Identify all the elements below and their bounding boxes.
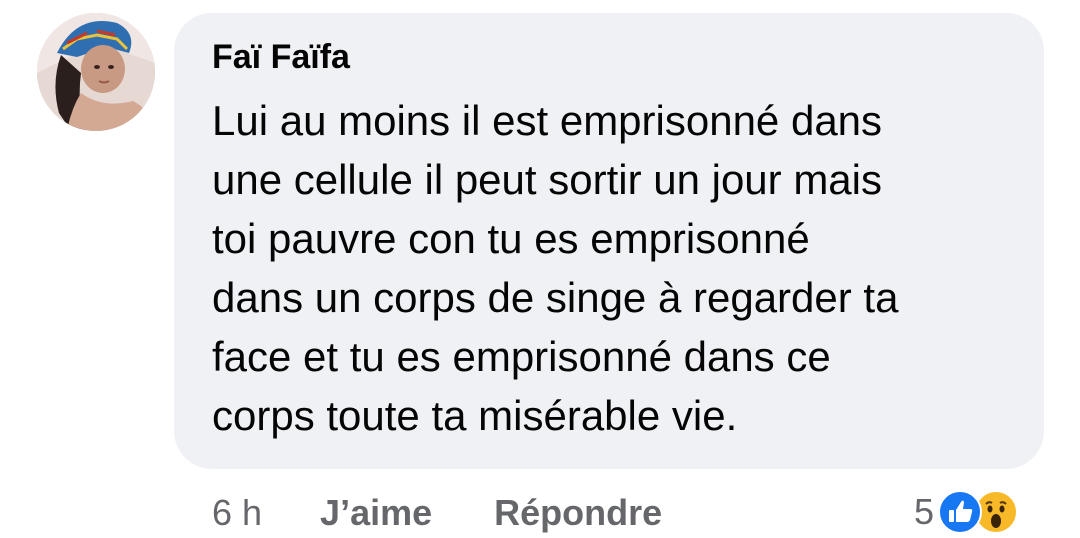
like-button[interactable]: J’aime [320, 492, 432, 534]
comment-text-line: toi pauvre con tu es emprisonné [212, 215, 810, 262]
comment-text: Lui au moins il est emprisonné dans une … [212, 91, 1012, 445]
comment-timestamp[interactable]: 6 h [212, 492, 262, 534]
avatar[interactable] [37, 13, 155, 131]
comment-text-line: dans un corps de singe à regarder ta [212, 274, 899, 321]
comment-actions: 6 h J’aime Répondre [212, 488, 724, 538]
reply-button[interactable]: Répondre [494, 492, 662, 534]
comment-text-line: une cellule il peut sortir un jour mais [212, 156, 882, 203]
comment-text-line: face et tu es emprisonné dans ce [212, 333, 831, 380]
comment-bubble: Faï Faïfa Lui au moins il est emprisonné… [174, 13, 1044, 469]
reaction-icons [938, 488, 1022, 536]
like-icon [938, 490, 983, 534]
comment-text-line: Lui au moins il est emprisonné dans [212, 97, 883, 144]
avatar-photo [37, 13, 155, 131]
comment-text-line: corps toute ta misérable vie. [212, 392, 738, 439]
reactions-summary[interactable]: 5 [914, 486, 1022, 538]
comment: Faï Faïfa Lui au moins il est emprisonné… [0, 0, 1080, 538]
comment-author[interactable]: Faï Faïfa [212, 37, 1014, 77]
reaction-count: 5 [914, 491, 935, 532]
